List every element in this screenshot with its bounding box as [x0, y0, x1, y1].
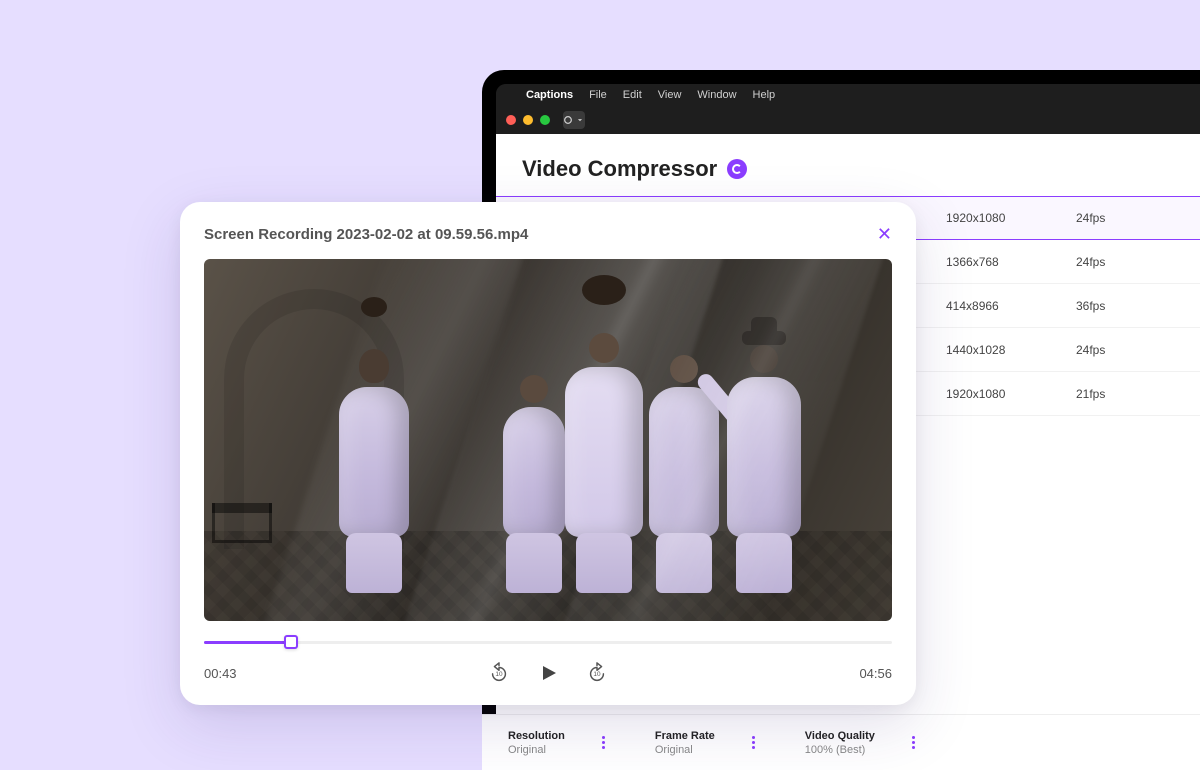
- window-minimize-button[interactable]: [523, 115, 533, 125]
- file-fps: 24fps: [1076, 211, 1156, 225]
- setting-framerate-menu-icon[interactable]: [752, 736, 755, 749]
- forward-10-button[interactable]: 10: [586, 662, 608, 684]
- setting-framerate-label: Frame Rate: [655, 730, 715, 742]
- app-tab[interactable]: [563, 111, 585, 129]
- file-resolution: 1440x1028: [946, 343, 1076, 357]
- window-maximize-button[interactable]: [540, 115, 550, 125]
- close-preview-button[interactable]: ✕: [877, 224, 892, 245]
- file-resolution: 1366x768: [946, 255, 1076, 269]
- settings-bar: Resolution Original Frame Rate Original …: [496, 714, 1200, 770]
- menubar-item-edit[interactable]: Edit: [623, 89, 642, 101]
- setting-quality: Video Quality 100% (Best): [805, 730, 915, 756]
- menubar-item-help[interactable]: Help: [753, 89, 776, 101]
- player-controls: 00:43 10 10 04:56: [204, 661, 892, 685]
- app-header: Video Compressor: [496, 134, 1200, 196]
- setting-resolution-menu-icon[interactable]: [602, 736, 605, 749]
- play-button[interactable]: [536, 661, 560, 685]
- app-logo-icon: [727, 159, 747, 179]
- setting-resolution: Resolution Original: [508, 730, 605, 756]
- setting-resolution-value: Original: [508, 744, 565, 756]
- file-resolution: 414x8966: [946, 299, 1076, 313]
- video-preview-card: Screen Recording 2023-02-02 at 09.59.56.…: [180, 202, 916, 705]
- setting-framerate-value: Original: [655, 744, 715, 756]
- setting-framerate: Frame Rate Original: [655, 730, 755, 756]
- progress-bar[interactable]: [204, 635, 892, 649]
- video-frame[interactable]: [204, 259, 892, 621]
- file-fps: 21fps: [1076, 387, 1156, 401]
- file-fps: 24fps: [1076, 343, 1156, 357]
- progress-thumb[interactable]: [284, 635, 298, 649]
- window-close-button[interactable]: [506, 115, 516, 125]
- setting-resolution-label: Resolution: [508, 730, 565, 742]
- current-time: 00:43: [204, 666, 264, 681]
- setting-quality-menu-icon[interactable]: [912, 736, 915, 749]
- svg-text:10: 10: [495, 671, 503, 678]
- window-titlebar: [496, 106, 1200, 134]
- file-resolution: 1920x1080: [946, 387, 1076, 401]
- menubar-item-window[interactable]: Window: [697, 89, 736, 101]
- video-filename: Screen Recording 2023-02-02 at 09.59.56.…: [204, 226, 528, 243]
- file-resolution: 1920x1080: [946, 211, 1076, 225]
- menubar-item-view[interactable]: View: [658, 89, 682, 101]
- rewind-10-button[interactable]: 10: [488, 662, 510, 684]
- setting-quality-value: 100% (Best): [805, 744, 875, 756]
- duration: 04:56: [832, 666, 892, 681]
- macos-menubar: Captions File Edit View Window Help: [496, 84, 1200, 106]
- setting-quality-label: Video Quality: [805, 730, 875, 742]
- menubar-app-name[interactable]: Captions: [526, 89, 573, 101]
- file-fps: 24fps: [1076, 255, 1156, 269]
- page-title: Video Compressor: [522, 156, 717, 182]
- menubar-item-file[interactable]: File: [589, 89, 607, 101]
- svg-text:10: 10: [593, 671, 601, 678]
- traffic-lights: [506, 115, 550, 125]
- file-fps: 36fps: [1076, 299, 1156, 313]
